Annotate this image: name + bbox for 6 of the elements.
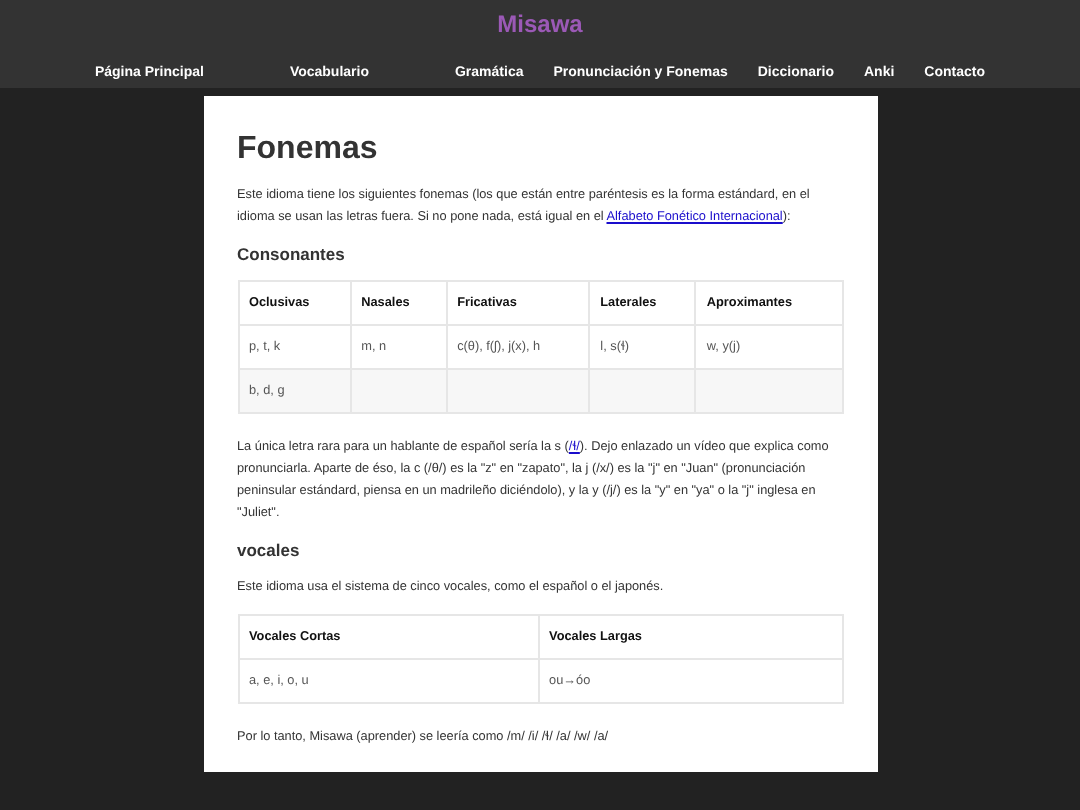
table-cell (589, 369, 696, 413)
section-heading: vocales (237, 540, 302, 560)
table-cell (446, 369, 590, 413)
section-heading: Consonantes (237, 244, 347, 264)
page-heading: Fonemas (237, 132, 380, 168)
table-cell (350, 369, 447, 413)
